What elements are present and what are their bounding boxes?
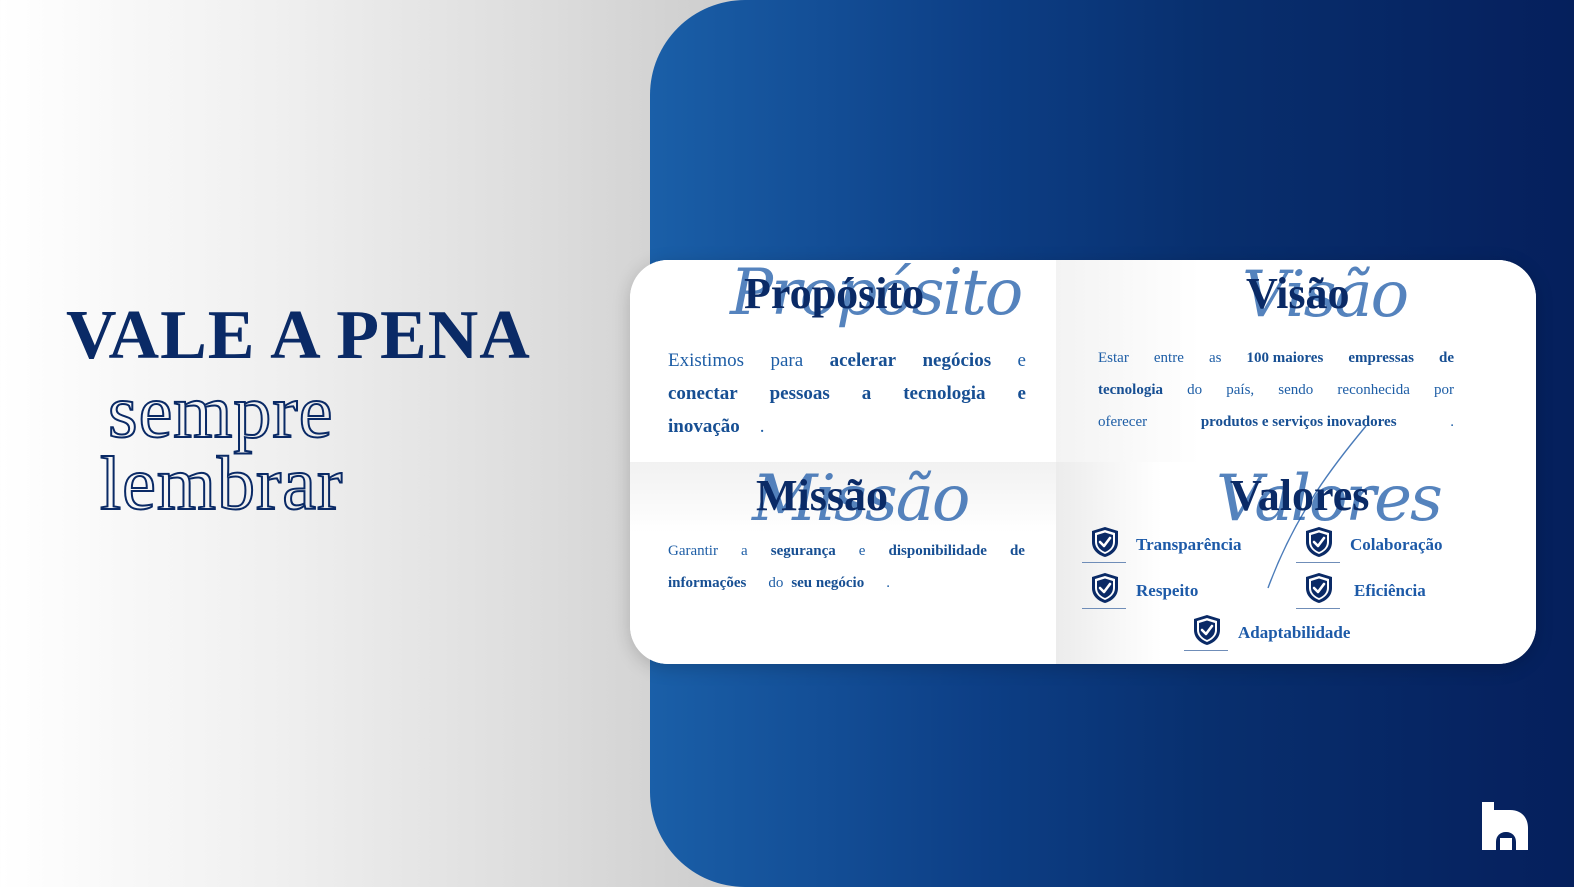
- missao-text: Garantir a segurança e disponibilidade d…: [668, 543, 1025, 591]
- shield-check-icon: [1296, 526, 1340, 563]
- shield-check-icon: [1296, 572, 1340, 609]
- value-item-colaboracao: Colaboração: [1296, 526, 1443, 563]
- visao-heading: Visão: [1246, 269, 1350, 318]
- value-label: Adaptabilidade: [1238, 622, 1351, 642]
- valores-section: Valores Valores Transparência Colaboraçã…: [1056, 425, 1536, 664]
- value-item-eficiencia: Eficiência: [1296, 572, 1426, 609]
- value-label: Transparência: [1136, 534, 1242, 554]
- brand-logo-icon: [1480, 800, 1530, 857]
- proposito-text: Existimos para acelerar negócios e conec…: [668, 350, 1026, 437]
- value-label: Colaboração: [1350, 534, 1443, 554]
- hero-title: VALE A PENA: [66, 297, 531, 374]
- shield-check-icon: [1082, 572, 1126, 609]
- company-values-card: Propósito Propósito Existimos para acele…: [630, 260, 1536, 664]
- value-label: Eficiência: [1354, 580, 1426, 600]
- missao-heading: Missão: [756, 471, 888, 520]
- hero-tagline: VALE A PENA sempre lembrar: [66, 296, 531, 526]
- value-label: Respeito: [1136, 580, 1199, 600]
- missao-section: Missão Missão Garantir a segurança e dis…: [630, 462, 1056, 664]
- valores-heading: Valores: [1230, 471, 1370, 520]
- value-item-respeito: Respeito: [1082, 572, 1198, 609]
- shield-check-icon: [1082, 526, 1126, 563]
- value-item-transparencia: Transparência: [1082, 526, 1241, 563]
- proposito-section: Propósito Propósito Existimos para acele…: [630, 260, 1056, 462]
- hero-subtitle-line-2: lembrar: [99, 442, 344, 526]
- hero-subtitle-line-1: sempre: [107, 370, 334, 454]
- value-item-adaptabilidade: Adaptabilidade: [1184, 614, 1350, 651]
- shield-check-icon: [1184, 614, 1228, 651]
- proposito-heading: Propósito: [744, 269, 925, 318]
